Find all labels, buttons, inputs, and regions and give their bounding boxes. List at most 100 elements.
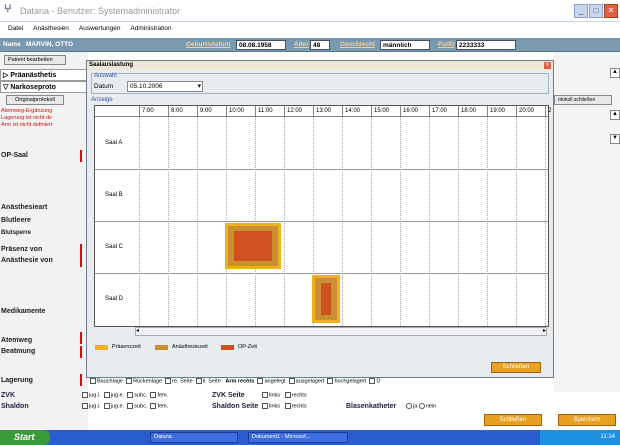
- checkbox[interactable]: [82, 403, 88, 409]
- date-select[interactable]: 05.10.2006 ▾: [127, 81, 203, 92]
- label-op-saal: OP-Saal: [1, 152, 28, 159]
- system-tray: 11:14: [540, 430, 620, 445]
- checkbox[interactable]: [150, 403, 157, 409]
- hour-label: 17:00: [429, 106, 458, 117]
- option-label: nein: [425, 403, 437, 410]
- scroll-up-icon[interactable]: ▲: [610, 110, 620, 120]
- option-label: jug.i.: [89, 403, 101, 410]
- required-marker: [80, 255, 82, 267]
- scroll-down-icon[interactable]: ▼: [610, 134, 620, 144]
- checkbox[interactable]: [327, 378, 334, 384]
- scroll-up-icon[interactable]: ▲: [610, 68, 620, 78]
- lagerung-options: Bauchlage Rückenlage re. Seite li. Seite…: [90, 378, 610, 385]
- praeanaesthesie-tab[interactable]: ▷ Präanästhetis: [0, 69, 88, 81]
- start-button[interactable]: Start: [0, 430, 50, 445]
- required-marker: [80, 346, 82, 358]
- taskbar-item-word[interactable]: Dokument1 - Microsof...: [248, 432, 348, 443]
- clock: 11:14: [600, 434, 615, 440]
- booking-op: [234, 231, 272, 261]
- option-label: links: [269, 403, 281, 410]
- grid-hline: [95, 273, 548, 274]
- narkoseprotokoll-label: Narkoseproto: [10, 84, 56, 91]
- menu-administration[interactable]: Administration: [130, 25, 171, 32]
- dialog-close-button[interactable]: Schließen: [491, 362, 541, 373]
- app-logo-icon: ⵖ: [4, 4, 12, 15]
- scroll-right-icon[interactable]: ▸: [543, 327, 546, 334]
- age-label: Alter: [294, 41, 309, 48]
- checkbox[interactable]: [284, 403, 291, 409]
- option-label: links: [269, 392, 281, 399]
- taskbar: Start Datana Dokument1 - Microsof... 11:…: [0, 430, 620, 445]
- speichern-button[interactable]: Speichern: [558, 414, 616, 426]
- checkbox[interactable]: [288, 378, 295, 384]
- label-beatmung: Beatmung: [1, 348, 36, 355]
- checkbox[interactable]: [103, 403, 110, 409]
- checkbox[interactable]: [257, 378, 264, 384]
- horizontal-scrollbar[interactable]: ◂ ▸: [135, 327, 547, 336]
- dialog-close-icon[interactable]: ✕: [544, 62, 551, 69]
- close-protocol-button[interactable]: otokoll schließen: [554, 95, 612, 105]
- checkbox[interactable]: [262, 392, 268, 398]
- name-label: Name: [3, 41, 21, 48]
- booking-praesenz[interactable]: [225, 223, 281, 269]
- hour-label: 10:00: [226, 106, 255, 117]
- checkbox[interactable]: [90, 378, 96, 384]
- option-label: subc.: [134, 392, 148, 399]
- menu-datei[interactable]: Datei: [8, 25, 23, 32]
- option-label: li. Seite: [202, 378, 221, 385]
- checkbox[interactable]: [127, 403, 134, 409]
- checkbox[interactable]: [262, 403, 268, 409]
- checkbox[interactable]: [82, 392, 88, 398]
- label-lagerung: Lagerung: [1, 377, 33, 384]
- option-label: jug.e.: [110, 403, 125, 410]
- booking-praesenz[interactable]: [312, 275, 340, 323]
- legend-praesenz: Präsenzzeit: [112, 344, 141, 350]
- checkbox[interactable]: [103, 392, 110, 398]
- zvk-options: jug.i. jug.e. subc. fem.: [82, 392, 168, 398]
- shaldon-seite-options: links rechts: [262, 403, 307, 409]
- close-icon[interactable]: ✕: [604, 4, 618, 18]
- checkbox[interactable]: [284, 392, 291, 398]
- chevron-down-icon: ▾: [197, 83, 201, 90]
- warning-1: Atemweg-Ergänzung: [1, 108, 53, 114]
- shaldon-label: Shaldon: [1, 403, 29, 410]
- edit-patient-button[interactable]: Patient bearbeiten: [4, 55, 66, 65]
- blasenkatheter-label: Blasenkatheter: [346, 403, 397, 410]
- saalauslastung-dialog: Saalauslastung ✕ Auswahl Datum 05.10.200…: [86, 60, 554, 378]
- checkbox[interactable]: [150, 392, 157, 398]
- sex-label: Geschlecht: [340, 41, 376, 48]
- patid-label: PatID: [438, 41, 455, 48]
- grid-body: Saal A Saal B Saal C Saal D: [95, 117, 548, 326]
- minimize-icon[interactable]: _: [574, 4, 588, 18]
- menu-auswertungen[interactable]: Auswertungen: [79, 25, 121, 32]
- booking-op: [321, 283, 331, 315]
- scroll-left-icon[interactable]: ◂: [136, 327, 139, 334]
- schliessen-button[interactable]: Schließen: [484, 414, 542, 426]
- date-value: 05.10.2006: [130, 83, 163, 90]
- taskbar-item-datana[interactable]: Datana: [150, 432, 238, 443]
- menu-anaesthesien[interactable]: Anästhesien: [33, 25, 69, 32]
- maximize-icon[interactable]: □: [589, 4, 603, 18]
- original-protocol-button[interactable]: Originalprotokoll: [6, 95, 64, 105]
- hour-label: 19:00: [487, 106, 516, 117]
- radio-ja[interactable]: [406, 403, 412, 409]
- checkbox[interactable]: [127, 392, 134, 398]
- hour-label: 13:00: [313, 106, 342, 117]
- option-label: re. Seite: [172, 378, 193, 385]
- option-label: rechts: [291, 403, 307, 410]
- label-anaesthesieart: Anästhesieart: [1, 204, 48, 211]
- legend-anaesthesie: Anästhesiezeit: [172, 344, 208, 350]
- left-panel: Patient bearbeiten ▷ Präanästhetis ▽ Nar…: [0, 52, 88, 430]
- checkbox[interactable]: [165, 378, 172, 384]
- checkbox[interactable]: [369, 378, 376, 384]
- hour-header: 7:00 8:00 9:00 10:00 11:00 12:00 13:00 14:00 15:…: [95, 106, 551, 117]
- arm-rechts-label: Arm rechts: [225, 378, 255, 385]
- option-label: hochgelagert: [334, 378, 367, 385]
- checkbox[interactable]: [195, 378, 202, 384]
- narkoseprotokoll-tab[interactable]: ▽ Narkoseproto: [0, 81, 88, 93]
- label-blutleere: Blutleere: [1, 217, 31, 224]
- radio-nein[interactable]: [418, 403, 425, 409]
- checkbox[interactable]: [126, 378, 133, 384]
- warning-3: Arm ist nicht definiert: [1, 122, 53, 128]
- sex-value: männlich: [380, 40, 430, 50]
